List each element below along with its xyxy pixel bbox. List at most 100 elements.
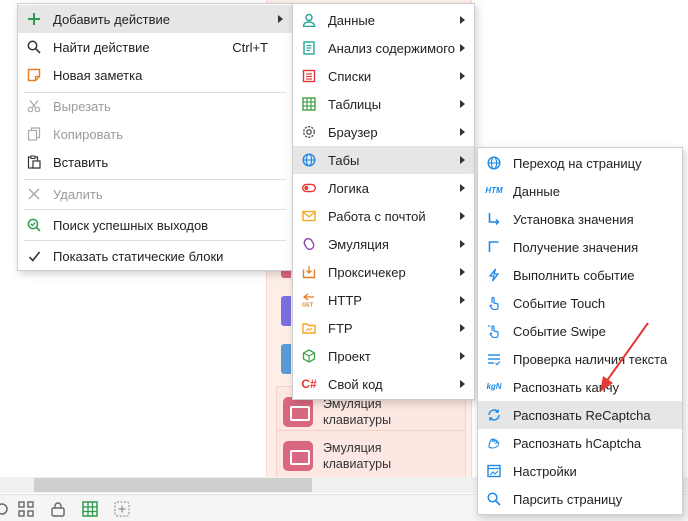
menu-item-search-success[interactable]: Поиск успешных выходов [18, 211, 292, 239]
menu-item-label: Анализ содержимого [328, 40, 455, 56]
touch-hand-icon [486, 295, 502, 311]
menu-item-label: Табы [328, 152, 360, 168]
arrow-set-icon [486, 211, 502, 227]
menu-item-add-action[interactable]: Добавить действие [18, 5, 292, 33]
table-icon[interactable] [82, 501, 98, 517]
menu-item-label: Переход на страницу [513, 155, 642, 171]
submenu-arrow-icon [460, 352, 465, 360]
menu-item-label: Проксичекер [328, 264, 406, 280]
submenu-item-ftp[interactable]: FTP [293, 314, 474, 342]
checkmark-icon [26, 248, 42, 264]
menu-item-label: Установка значения [513, 211, 634, 227]
menu-item-label: Копировать [53, 126, 123, 142]
cube-icon [301, 348, 317, 364]
submenu-item-data[interactable]: Данные [293, 6, 474, 34]
tabs-item-swipe-event[interactable]: Событие Swipe [478, 317, 682, 345]
tabs-item-goto-page[interactable]: Переход на страницу [478, 149, 682, 177]
add-block-icon[interactable] [114, 501, 130, 517]
user-icon [301, 12, 317, 28]
settings-window-icon [486, 463, 502, 479]
submenu-item-logic[interactable]: Логика [293, 174, 474, 202]
menu-item-label: Данные [513, 183, 560, 199]
menu-item-cut[interactable]: Вырезать [18, 92, 292, 120]
canvas-block-keyboard-2[interactable]: Эмуляция клавиатуры [276, 430, 466, 482]
search-success-icon [26, 217, 42, 233]
scrollbar-thumb[interactable] [34, 478, 312, 492]
block-edge-purple [281, 296, 291, 326]
tabs-item-run-event[interactable]: Выполнить событие [478, 261, 682, 289]
submenu-item-tables[interactable]: Таблицы [293, 90, 474, 118]
grid-icon[interactable] [18, 501, 34, 517]
menu-item-label: Проект [328, 348, 371, 364]
submenu-item-lists[interactable]: Списки [293, 62, 474, 90]
submenu-item-content-analysis[interactable]: Анализ содержимого [293, 34, 474, 62]
menu-item-label: Свой код [328, 376, 383, 392]
submenu-arrow-icon [460, 44, 465, 52]
document-icon [301, 40, 317, 56]
submenu-arrow-icon [460, 212, 465, 220]
tabs-item-recognize-hcaptcha[interactable]: Распознать hCaptcha [478, 429, 682, 457]
menu-item-label: Работа с почтой [328, 208, 426, 224]
shortcut-label: Ctrl+T [232, 39, 268, 55]
submenu-arrow-icon [460, 128, 465, 136]
toggle-icon [301, 180, 317, 196]
submenu-arrow-icon [460, 184, 465, 192]
menu-item-label: Проверка наличия текста [513, 351, 668, 367]
menu-item-paste[interactable]: Вставить [18, 148, 292, 176]
menu-item-label: Логика [328, 180, 369, 196]
menu-item-label: Вырезать [53, 98, 111, 114]
lock-icon[interactable] [50, 501, 66, 517]
menu-item-label: Данные [328, 12, 375, 28]
submenu-arrow-icon [460, 296, 465, 304]
menu-item-label: Таблицы [328, 96, 382, 112]
parse-search-icon [486, 491, 502, 507]
tabs-item-settings[interactable]: Настройки [478, 457, 682, 485]
tabs-item-data[interactable]: HTM Данные [478, 177, 682, 205]
menu-item-label: Парсить страницу [513, 491, 623, 507]
submenu-arrow-icon [460, 72, 465, 80]
submenu-item-own-code[interactable]: C# Свой код [293, 370, 474, 398]
note-icon [26, 67, 42, 83]
submenu-item-mail[interactable]: Работа с почтой [293, 202, 474, 230]
tabs-item-touch-event[interactable]: Событие Touch [478, 289, 682, 317]
menu-separator [24, 240, 286, 241]
keyboard-icon [283, 397, 313, 427]
menu-item-new-note[interactable]: Новая заметка [18, 61, 292, 89]
menu-item-find-action[interactable]: Найти действие Ctrl+T [18, 33, 292, 61]
menu-item-copy[interactable]: Копировать [18, 120, 292, 148]
search-icon [26, 39, 42, 55]
tabs-item-parse-page[interactable]: Парсить страницу [478, 485, 682, 513]
menu-item-show-static-blocks[interactable]: Показать статические блоки [18, 242, 292, 270]
menu-item-delete[interactable]: Удалить [18, 180, 292, 208]
tabs-item-set-value[interactable]: Установка значения [478, 205, 682, 233]
submenu-item-project[interactable]: Проект [293, 342, 474, 370]
tabs-item-recognize-captcha[interactable]: kgN Распознать капчу [478, 373, 682, 401]
submenu-item-tabs[interactable]: Табы [293, 146, 474, 174]
menu-item-label: Событие Swipe [513, 323, 606, 339]
text-check-icon [486, 351, 502, 367]
tabs-item-get-value[interactable]: Получение значения [478, 233, 682, 261]
arrow-get-icon [486, 239, 502, 255]
envelope-icon [301, 208, 317, 224]
submenu-item-proxychecker[interactable]: Проксичекер [293, 258, 474, 286]
submenu-item-http[interactable]: GET HTTP [293, 286, 474, 314]
menu-item-label: Настройки [513, 463, 577, 479]
grid-dots-icon[interactable] [0, 501, 10, 517]
menu-item-label: FTP [328, 320, 353, 336]
csharp-icon: C# [301, 377, 317, 391]
submenu-item-browser[interactable]: Браузер [293, 118, 474, 146]
menu-item-label: Новая заметка [53, 67, 143, 83]
menu-item-label: Списки [328, 68, 372, 84]
submenu-arrow-icon [278, 15, 283, 23]
tabs-item-recognize-recaptcha[interactable]: Распознать ReCaptcha [478, 401, 682, 429]
table-icon [301, 96, 317, 112]
block-label: Эмуляция клавиатуры [323, 441, 392, 471]
menu-item-label: Распознать hCaptcha [513, 435, 642, 451]
menu-item-label: Найти действие [53, 39, 150, 55]
tabs-submenu: Переход на страницу HTM Данные Установка… [477, 147, 683, 515]
lightning-icon [486, 267, 502, 283]
context-menu: Добавить действие Найти действие Ctrl+T … [17, 3, 293, 271]
submenu-item-emulation[interactable]: Эмуляция [293, 230, 474, 258]
tabs-item-text-check[interactable]: Проверка наличия текста [478, 345, 682, 373]
menu-item-label: Браузер [328, 124, 378, 140]
